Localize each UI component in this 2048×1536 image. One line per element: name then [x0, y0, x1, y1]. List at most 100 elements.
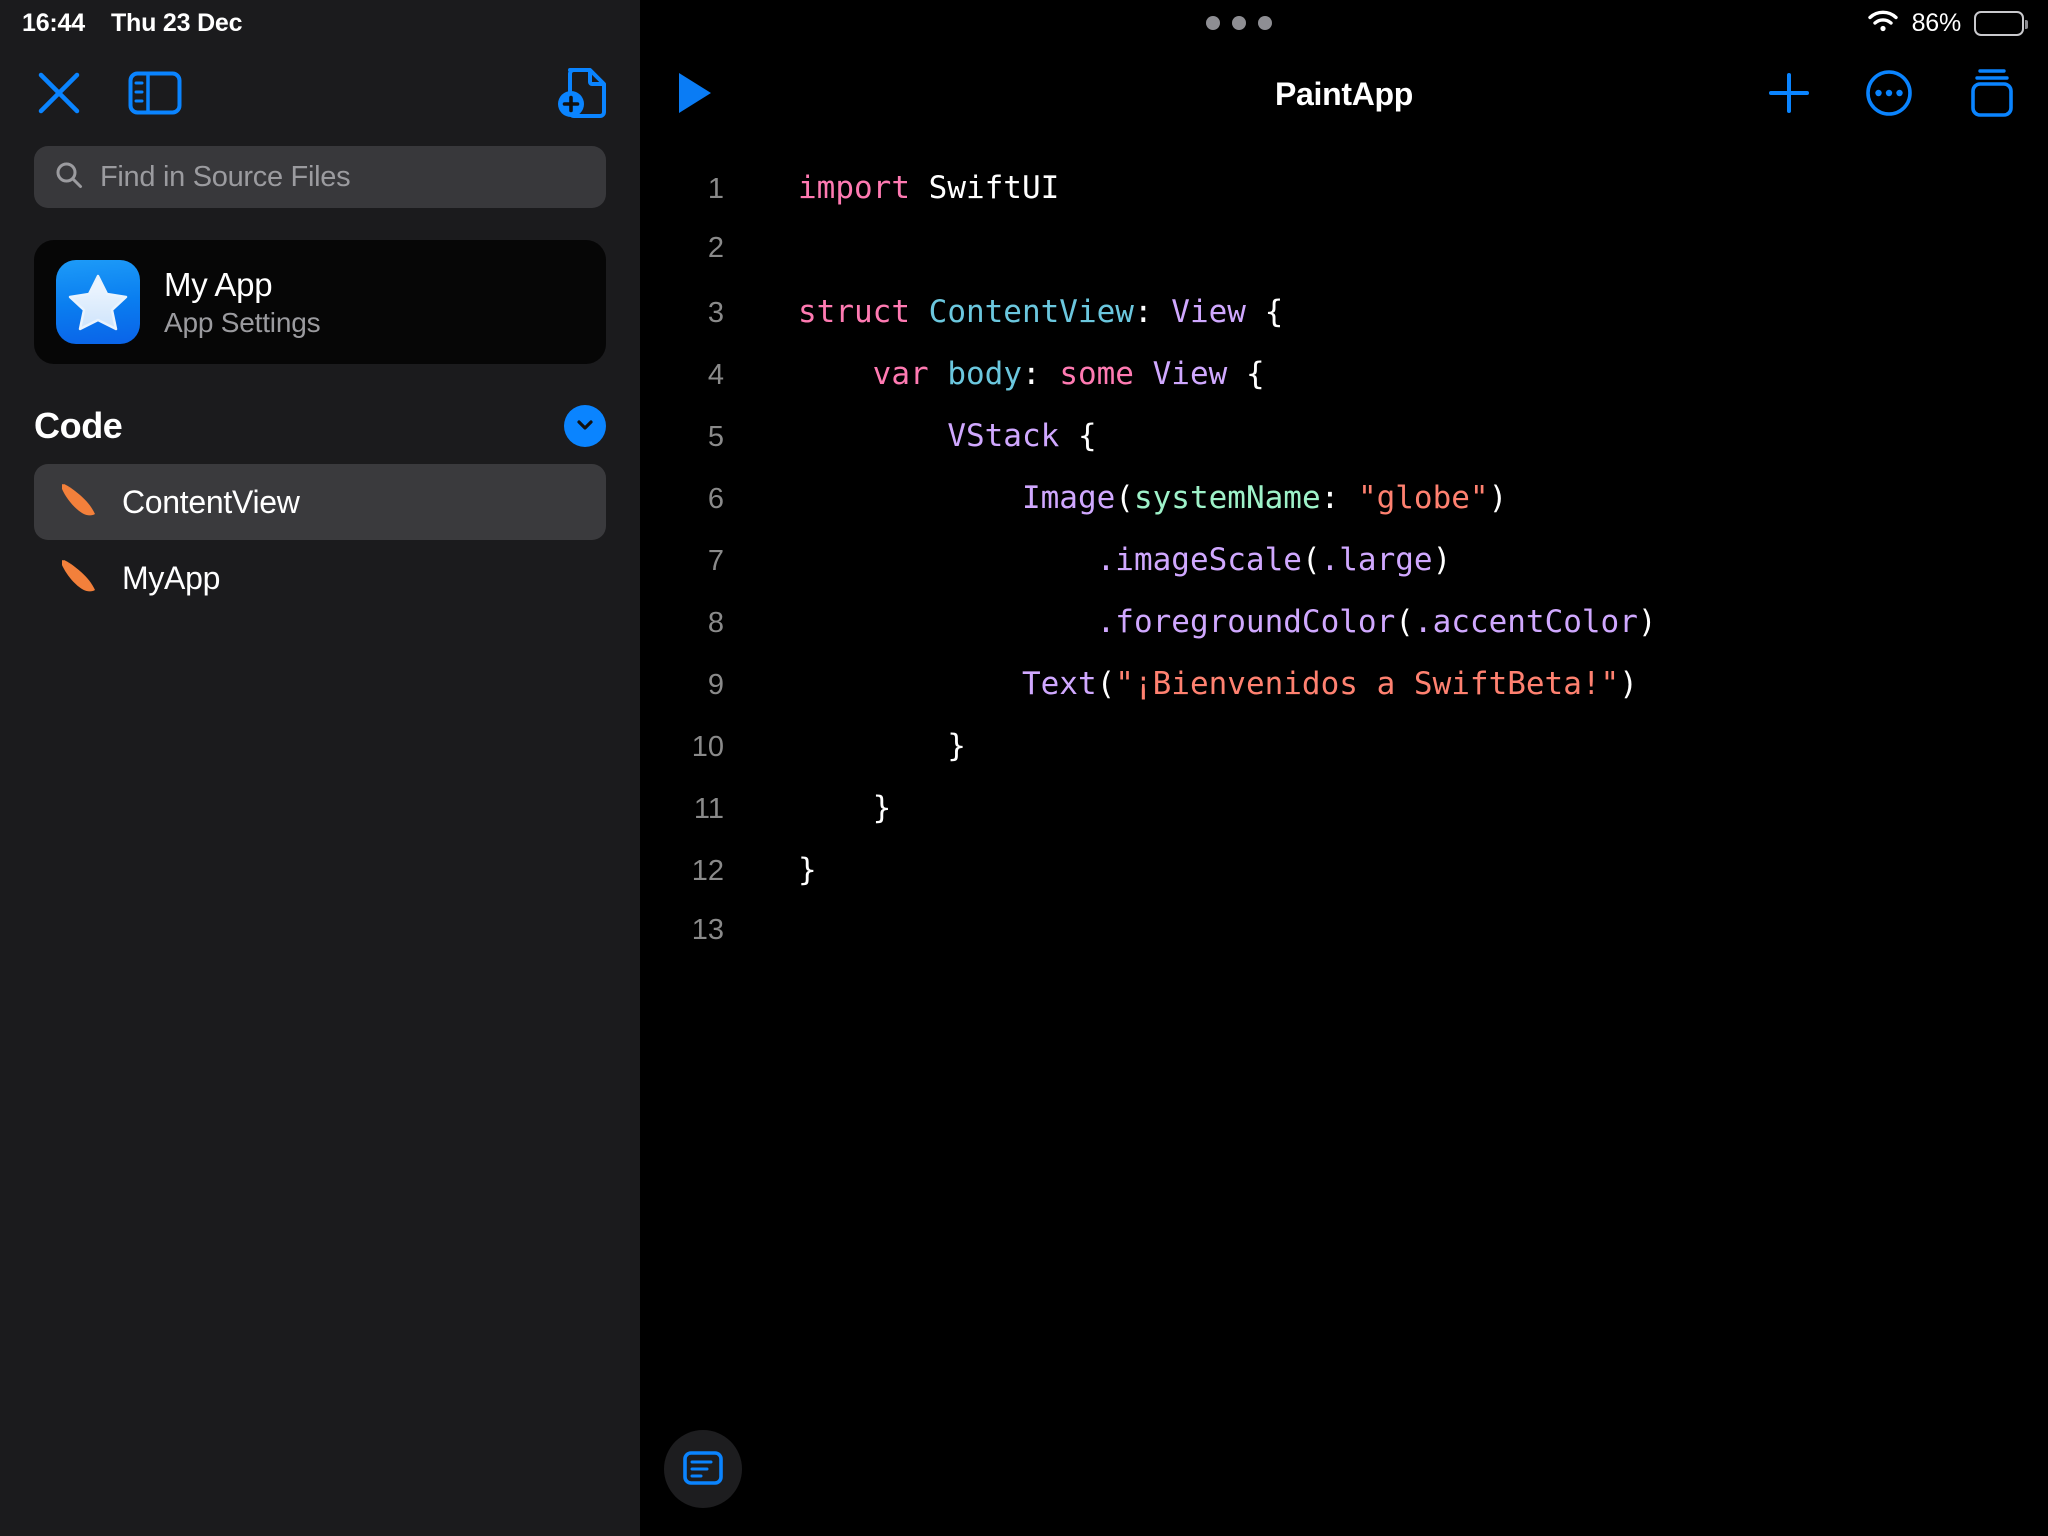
code-line[interactable]: 13 — [640, 914, 2048, 976]
code-token: View — [1152, 356, 1228, 392]
new-document-icon — [556, 64, 612, 125]
code-line[interactable]: 3 struct ContentView: View { — [640, 294, 2048, 356]
line-number: 11 — [693, 793, 724, 825]
ellipsis-circle-icon — [1864, 68, 1914, 121]
grabber-dot — [1232, 16, 1246, 30]
close-button[interactable] — [34, 68, 84, 121]
search-input[interactable] — [98, 159, 586, 195]
sidebar-toggle-icon — [128, 71, 182, 118]
code-line[interactable]: 10 } — [640, 728, 2048, 790]
code-token: ) — [1488, 480, 1508, 516]
code-section-disclosure-button[interactable] — [564, 405, 606, 447]
code-line-text: Text("¡Bienvenidos a SwiftBeta!") — [740, 666, 1638, 702]
code-token: { — [1227, 356, 1265, 392]
editor-toolbar-actions — [1766, 65, 2018, 124]
line-number: 1 — [707, 173, 724, 205]
code-token: ( — [1096, 666, 1116, 702]
code-line-text: .imageScale(.large) — [740, 542, 1452, 578]
grabber-dot — [1258, 16, 1272, 30]
close-x-icon — [34, 68, 84, 121]
code-token: Image — [1021, 480, 1116, 516]
code-line[interactable]: 7 .imageScale(.large) — [640, 542, 2048, 604]
code-line[interactable]: 1 import SwiftUI — [640, 170, 2048, 232]
editor-pane: 86% PaintApp 1 import SwiftUI 2 3 struct… — [640, 0, 2048, 1536]
new-file-button[interactable] — [556, 64, 612, 125]
battery-percent-label: 86% — [1911, 8, 1962, 37]
code-line-text: import SwiftUI — [740, 170, 1059, 206]
code-token: } — [798, 790, 892, 826]
more-options-button[interactable] — [1864, 68, 1914, 121]
add-button[interactable] — [1766, 70, 1812, 119]
multitasking-grabber-icon[interactable] — [1206, 16, 1272, 30]
run-button[interactable] — [674, 69, 716, 120]
editor-toolbar: PaintApp — [640, 46, 2048, 142]
console-toggle-button[interactable] — [664, 1430, 742, 1508]
line-number: 2 — [707, 232, 724, 264]
sidebar-file-myapp[interactable]: MyApp — [34, 540, 606, 616]
line-number: 12 — [691, 855, 724, 887]
grabber-dot — [1206, 16, 1220, 30]
status-bar-left: 16:44 Thu 23 Dec — [0, 0, 640, 46]
code-line[interactable]: 12} — [640, 852, 2048, 914]
code-token: some — [1059, 356, 1134, 392]
line-number: 3 — [707, 297, 724, 329]
code-token: "globe" — [1357, 480, 1489, 516]
tabs-overview-button[interactable] — [1966, 65, 2018, 124]
code-line-text: } — [740, 728, 966, 764]
code-token: .accentColor — [1413, 604, 1638, 640]
code-token: .large — [1320, 542, 1433, 578]
code-line[interactable]: 6 Image(systemName: "globe") — [640, 480, 2048, 542]
app-card-text: My App App Settings — [164, 266, 321, 339]
code-line[interactable]: 4 var body: some View { — [640, 356, 2048, 418]
code-line[interactable]: 8 .foregroundColor(.accentColor) — [640, 604, 2048, 666]
code-line[interactable]: 9 Text("¡Bienvenidos a SwiftBeta!") — [640, 666, 2048, 728]
sidebar-toggle-button[interactable] — [128, 71, 182, 118]
code-line[interactable]: 5 VStack { — [640, 418, 2048, 480]
code-editor[interactable]: 1 import SwiftUI 2 3 struct ContentView: Vie… — [640, 142, 2048, 1536]
code-token: View — [1171, 294, 1246, 330]
code-token: { — [1245, 294, 1284, 330]
code-section-header: Code — [34, 398, 606, 454]
app-card-subtitle: App Settings — [164, 306, 321, 338]
console-toggle-wrap — [664, 1430, 742, 1508]
line-number: 9 — [707, 669, 724, 701]
sidebar-file-contentview[interactable]: ContentView — [34, 464, 606, 540]
code-token: ) — [1637, 604, 1657, 640]
code-token: Text — [1021, 666, 1097, 702]
code-token: var — [872, 356, 929, 392]
line-number: 5 — [707, 421, 724, 453]
code-token: systemName — [1133, 480, 1321, 516]
code-token: ) — [1432, 542, 1452, 578]
code-token: { — [1059, 418, 1097, 454]
code-line-text: } — [740, 852, 817, 888]
wifi-icon — [1867, 9, 1899, 38]
chevron-down-icon — [574, 414, 596, 439]
code-token: ( — [1115, 480, 1134, 516]
code-line[interactable]: 2 — [640, 232, 2048, 294]
code-line[interactable]: 11 } — [640, 790, 2048, 852]
code-token: .foregroundColor — [1096, 604, 1396, 640]
star-app-icon — [56, 260, 140, 344]
search-field[interactable] — [34, 146, 606, 208]
line-number: 4 — [707, 359, 724, 391]
code-token: ( — [1395, 604, 1414, 640]
app-screen: 16:44 Thu 23 Dec Find in Source Files My… — [0, 0, 2048, 1536]
console-panel-icon — [681, 1448, 725, 1491]
sidebar-file-label: MyApp — [122, 559, 221, 596]
code-token: struct — [798, 294, 910, 330]
code-token: body — [947, 356, 1022, 392]
battery-icon — [1974, 10, 2028, 36]
swift-file-icon — [56, 554, 100, 603]
code-token: ) — [1619, 666, 1638, 702]
code-line-text: } — [740, 790, 892, 826]
app-settings-card[interactable]: My App App Settings — [34, 240, 606, 364]
